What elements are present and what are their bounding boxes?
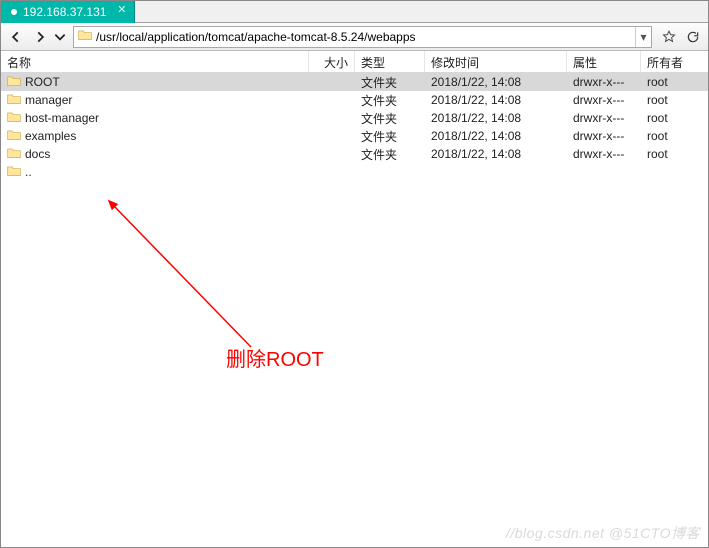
file-mtime: 2018/1/22, 14:08: [425, 147, 567, 161]
folder-icon: [7, 165, 21, 180]
file-attr: drwxr-x---: [567, 75, 641, 89]
file-row[interactable]: manager 文件夹2018/1/22, 14:08drwxr-x---root: [1, 91, 708, 109]
file-type: 文件夹: [355, 128, 425, 145]
file-type: 文件夹: [355, 92, 425, 109]
file-owner: root: [641, 129, 708, 143]
file-mtime: 2018/1/22, 14:08: [425, 129, 567, 143]
file-row[interactable]: host-manager 文件夹2018/1/22, 14:08drwxr-x--…: [1, 109, 708, 127]
file-name: host-manager: [25, 111, 99, 125]
file-attr: drwxr-x---: [567, 111, 641, 125]
file-mtime: 2018/1/22, 14:08: [425, 93, 567, 107]
header-name[interactable]: 名称: [1, 51, 309, 72]
tab-bar: 192.168.37.131 ✕: [1, 1, 708, 23]
tab-title: 192.168.37.131: [23, 5, 106, 19]
folder-icon: [7, 93, 21, 108]
file-row[interactable]: docs 文件夹2018/1/22, 14:08drwxr-x---root: [1, 145, 708, 163]
folder-icon: [78, 29, 92, 44]
file-name: examples: [25, 129, 76, 143]
refresh-button[interactable]: [682, 26, 704, 48]
folder-icon: [7, 111, 21, 126]
nav-dropdown-button[interactable]: [53, 26, 67, 48]
file-attr: drwxr-x---: [567, 147, 641, 161]
file-type: 文件夹: [355, 146, 425, 163]
file-name: manager: [25, 93, 72, 107]
annotation-text: 删除ROOT: [226, 343, 324, 372]
address-bar[interactable]: ▾: [73, 26, 652, 48]
bookmark-button[interactable]: [658, 26, 680, 48]
file-name: docs: [25, 147, 50, 161]
address-input[interactable]: [96, 27, 635, 47]
close-icon[interactable]: ✕: [117, 3, 126, 16]
file-name: ROOT: [25, 75, 60, 89]
column-headers: 名称 大小 类型 修改时间 属性 所有者: [1, 51, 708, 73]
status-dot-icon: [11, 9, 17, 15]
file-attr: drwxr-x---: [567, 129, 641, 143]
file-mtime: 2018/1/22, 14:08: [425, 75, 567, 89]
forward-button[interactable]: [29, 26, 51, 48]
header-attr[interactable]: 属性: [567, 51, 641, 72]
file-row[interactable]: ..: [1, 163, 708, 181]
file-row[interactable]: ROOT 文件夹2018/1/22, 14:08drwxr-x---root: [1, 73, 708, 91]
file-owner: root: [641, 93, 708, 107]
file-owner: root: [641, 75, 708, 89]
file-owner: root: [641, 147, 708, 161]
file-type: 文件夹: [355, 110, 425, 127]
folder-icon: [7, 129, 21, 144]
file-owner: root: [641, 111, 708, 125]
header-mtime[interactable]: 修改时间: [425, 51, 567, 72]
file-list[interactable]: ROOT文件夹2018/1/22, 14:08drwxr-x---rootman…: [1, 73, 708, 547]
file-mtime: 2018/1/22, 14:08: [425, 111, 567, 125]
header-owner[interactable]: 所有者: [641, 51, 708, 72]
annotation-arrow: [101, 197, 321, 357]
watermark: //blog.csdn.net @51CTO博客: [506, 523, 700, 543]
session-tab[interactable]: 192.168.37.131 ✕: [1, 1, 135, 23]
back-button[interactable]: [5, 26, 27, 48]
header-size[interactable]: 大小: [309, 51, 355, 72]
address-dropdown-button[interactable]: ▾: [635, 27, 651, 47]
header-type[interactable]: 类型: [355, 51, 425, 72]
file-row[interactable]: examples 文件夹2018/1/22, 14:08drwxr-x---roo…: [1, 127, 708, 145]
folder-icon: [7, 147, 21, 162]
folder-icon: [7, 75, 21, 90]
file-type: 文件夹: [355, 74, 425, 91]
toolbar: ▾: [1, 23, 708, 51]
file-name: ..: [25, 165, 32, 179]
file-attr: drwxr-x---: [567, 93, 641, 107]
